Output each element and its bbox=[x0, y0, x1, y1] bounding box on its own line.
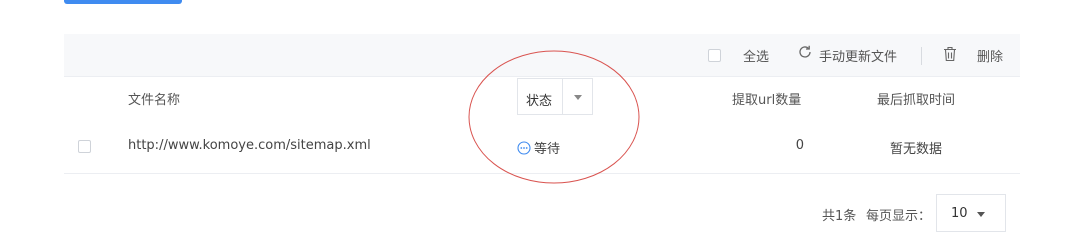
row-checkbox[interactable] bbox=[78, 140, 91, 153]
page-size-dropdown[interactable]: 10 bbox=[936, 194, 1006, 232]
status-filter-separator bbox=[562, 79, 563, 114]
pagination-per-page-label: 每页显示： bbox=[866, 209, 932, 224]
refresh-icon[interactable] bbox=[797, 44, 813, 60]
status-filter-dropdown[interactable]: 状态 bbox=[517, 78, 593, 115]
select-all-label[interactable]: 全选 bbox=[743, 46, 769, 65]
row-url-count: 0 bbox=[795, 138, 804, 153]
column-header-last-crawl: 最后抓取时间 bbox=[877, 93, 956, 108]
status-filter-label: 状态 bbox=[526, 94, 553, 109]
column-header-url-count: 提取url数量 bbox=[732, 93, 802, 108]
table-header: 文件名称 状态 提取url数量 最后抓取时间 bbox=[64, 77, 1020, 120]
toolbar-divider bbox=[921, 47, 922, 65]
table-toolbar: 全选 手动更新文件 删除 bbox=[64, 34, 1020, 77]
refresh-files-button[interactable]: 手动更新文件 bbox=[819, 46, 897, 65]
chevron-down-icon[interactable] bbox=[574, 95, 582, 100]
table-row: http://www.komoye.com/sitemap.xml 等待 0 暂… bbox=[64, 119, 1020, 174]
select-all-checkbox[interactable] bbox=[708, 49, 721, 62]
trash-icon[interactable] bbox=[943, 46, 957, 62]
row-status-text: 等待 bbox=[534, 142, 561, 157]
page-size-value: 10 bbox=[951, 206, 968, 221]
pagination-total: 共1条 bbox=[822, 209, 857, 224]
column-header-name: 文件名称 bbox=[128, 93, 181, 108]
row-filename: http://www.komoye.com/sitemap.xml bbox=[128, 138, 371, 153]
pending-icon bbox=[517, 141, 531, 155]
chevron-down-icon[interactable] bbox=[977, 212, 985, 217]
row-last-crawl: 暂无数据 bbox=[890, 142, 943, 157]
row-status: 等待 bbox=[517, 138, 560, 157]
primary-action-button[interactable] bbox=[64, 0, 182, 4]
delete-button[interactable]: 删除 bbox=[977, 46, 1003, 65]
